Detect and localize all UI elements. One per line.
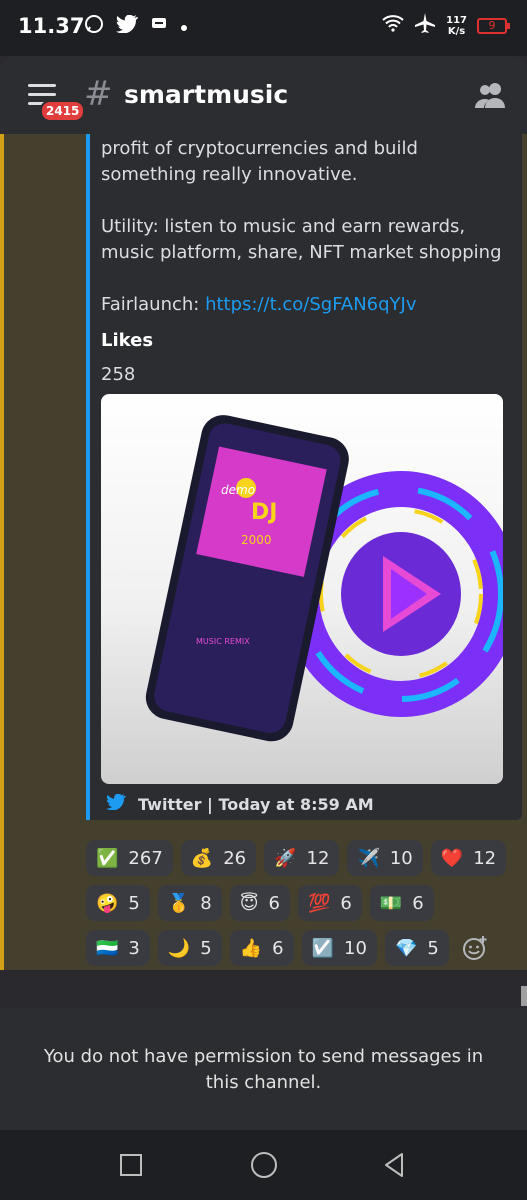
net-speed: 117 K/s <box>446 15 467 37</box>
reaction-chip[interactable]: 🇸🇱 3 <box>86 930 150 966</box>
channel-title[interactable]: smartmusic <box>124 80 288 109</box>
reaction-count: 12 <box>306 847 330 869</box>
message-icon <box>150 16 168 37</box>
embed-footer: Twitter | Today at 8:59 AM <box>106 793 374 814</box>
reaction-chip[interactable]: ✈️ 10 <box>347 840 423 876</box>
reaction-chip[interactable]: 💰 26 <box>180 840 257 876</box>
mention-highlight-bar <box>0 134 4 970</box>
airplane-icon <box>414 12 436 39</box>
reaction-chip[interactable]: 💵 6 <box>369 885 434 921</box>
embed-footer-text: Twitter | Today at 8:59 AM <box>138 794 374 814</box>
reaction-count: 6 <box>412 892 424 914</box>
battery-indicator: 9 <box>477 17 510 34</box>
twitter-icon <box>116 14 139 38</box>
status-right: 117 K/s 9 <box>382 12 510 39</box>
reaction-count: 12 <box>473 847 497 869</box>
hash-icon: # <box>84 74 113 114</box>
reaction-row: 🤪 5 🥇 8 😇 6 💯 6 💵 6 <box>86 885 516 921</box>
reaction-emoji: 🚀 <box>274 847 297 869</box>
scrollbar[interactable] <box>521 986 527 1006</box>
likes-field-title: Likes <box>101 330 154 351</box>
reaction-emoji: 🇸🇱 <box>96 937 119 959</box>
embed-description: profit of cryptocurrencies and build som… <box>101 136 511 344</box>
reaction-count: 10 <box>344 937 367 959</box>
reaction-count: 5 <box>128 892 140 914</box>
dot-icon <box>180 16 188 37</box>
reaction-chip[interactable]: ❤️ 12 <box>430 840 507 876</box>
reaction-emoji: 🤪 <box>96 892 119 914</box>
reaction-emoji: 💎 <box>394 937 418 959</box>
image-remix-text: MUSIC REMIX <box>196 637 250 646</box>
reaction-chip[interactable]: 😇 6 <box>229 885 290 921</box>
add-reaction-icon[interactable] <box>457 930 493 966</box>
reaction-chip[interactable]: 💎 5 <box>384 930 449 966</box>
net-speed-unit: K/s <box>447 25 466 37</box>
image-dj-text: DJ <box>251 500 277 525</box>
reaction-emoji: ✅ <box>96 847 119 869</box>
reaction-row: ✅ 267 💰 26 🚀 12 ✈️ 10 ❤️ 12 <box>86 840 516 876</box>
reaction-emoji: 👍 <box>239 937 263 959</box>
likes-field-value: 258 <box>101 364 136 385</box>
status-time: 11.37 <box>18 14 85 38</box>
back-button[interactable] <box>382 1152 406 1182</box>
reaction-emoji: ☑️ <box>311 937 335 959</box>
reaction-chip[interactable]: 💯 6 <box>297 885 362 921</box>
status-bar: 11.37 117 K/s 9 <box>0 0 527 56</box>
reaction-count: 6 <box>268 892 280 914</box>
reaction-count: 267 <box>128 847 163 869</box>
reaction-emoji: 💵 <box>379 892 403 914</box>
fairlaunch-link[interactable]: https://t.co/SgFAN6qYJv <box>205 294 416 315</box>
reaction-chip[interactable]: 🌙 5 <box>157 930 222 966</box>
reaction-count: 6 <box>272 937 284 959</box>
embed-line: profit of cryptocurrencies and build som… <box>101 138 418 185</box>
reaction-count: 6 <box>340 892 352 914</box>
reaction-count: 10 <box>389 847 413 869</box>
reaction-count: 26 <box>223 847 247 869</box>
recents-button[interactable] <box>120 1154 142 1176</box>
reaction-chip[interactable]: ☑️ 10 <box>301 930 377 966</box>
reaction-emoji: ❤️ <box>440 847 464 869</box>
fairlaunch-label: Fairlaunch: <box>101 294 206 315</box>
reaction-chip[interactable]: 🤪 5 <box>86 885 150 921</box>
notification-icons <box>84 14 188 39</box>
image-year-text: 2000 <box>241 533 272 547</box>
composer-disabled: You do not have permission to send messa… <box>0 1008 527 1130</box>
unread-badge: 2415 <box>40 100 86 122</box>
reaction-count: 3 <box>128 937 140 959</box>
reaction-count: 5 <box>200 937 212 959</box>
wifi-icon <box>382 14 404 37</box>
reaction-emoji: 😇 <box>239 892 259 914</box>
fairlaunch-line: Fairlaunch: https://t.co/SgFAN6qYJv <box>101 292 511 318</box>
reaction-emoji: ✈️ <box>357 847 380 869</box>
embed-accent-bar <box>86 134 90 820</box>
no-permission-notice: You do not have permission to send messa… <box>43 1046 484 1093</box>
reaction-emoji: 🌙 <box>167 937 191 959</box>
reaction-chip[interactable]: 🚀 12 <box>264 840 340 876</box>
reaction-emoji: 💰 <box>190 847 214 869</box>
system-nav-bar <box>0 1130 527 1200</box>
scroll-area <box>0 970 527 1008</box>
embed-image[interactable]: demo DJ 2000 MUSIC REMIX <box>101 394 503 784</box>
reaction-count: 5 <box>427 937 439 959</box>
whatsapp-icon <box>84 14 104 39</box>
members-icon[interactable] <box>473 80 507 110</box>
message-list[interactable]: profit of cryptocurrencies and build som… <box>0 134 527 970</box>
home-button[interactable] <box>251 1152 277 1178</box>
twitter-icon <box>106 793 126 814</box>
reaction-row: 🇸🇱 3 🌙 5 👍 6 ☑️ 10 💎 5 <box>86 930 516 966</box>
reactions: ✅ 267 💰 26 🚀 12 ✈️ 10 ❤️ 12 🤪 5 🥇 8 😇 6 💯 6 💵 6 🇸🇱… <box>86 840 516 970</box>
reaction-chip[interactable]: 👍 6 <box>229 930 294 966</box>
reaction-chip[interactable]: ✅ 267 <box>86 840 173 876</box>
reaction-count: 8 <box>200 892 212 914</box>
image-demo-text: demo <box>221 483 255 497</box>
net-speed-value: 117 <box>446 14 467 26</box>
embed-line: Utility: listen to music and earn reward… <box>101 216 502 263</box>
reaction-emoji: 💯 <box>307 892 331 914</box>
reaction-chip[interactable]: 🥇 8 <box>157 885 222 921</box>
reaction-emoji: 🥇 <box>167 892 191 914</box>
channel-header: 2415 # smartmusic <box>0 56 527 134</box>
